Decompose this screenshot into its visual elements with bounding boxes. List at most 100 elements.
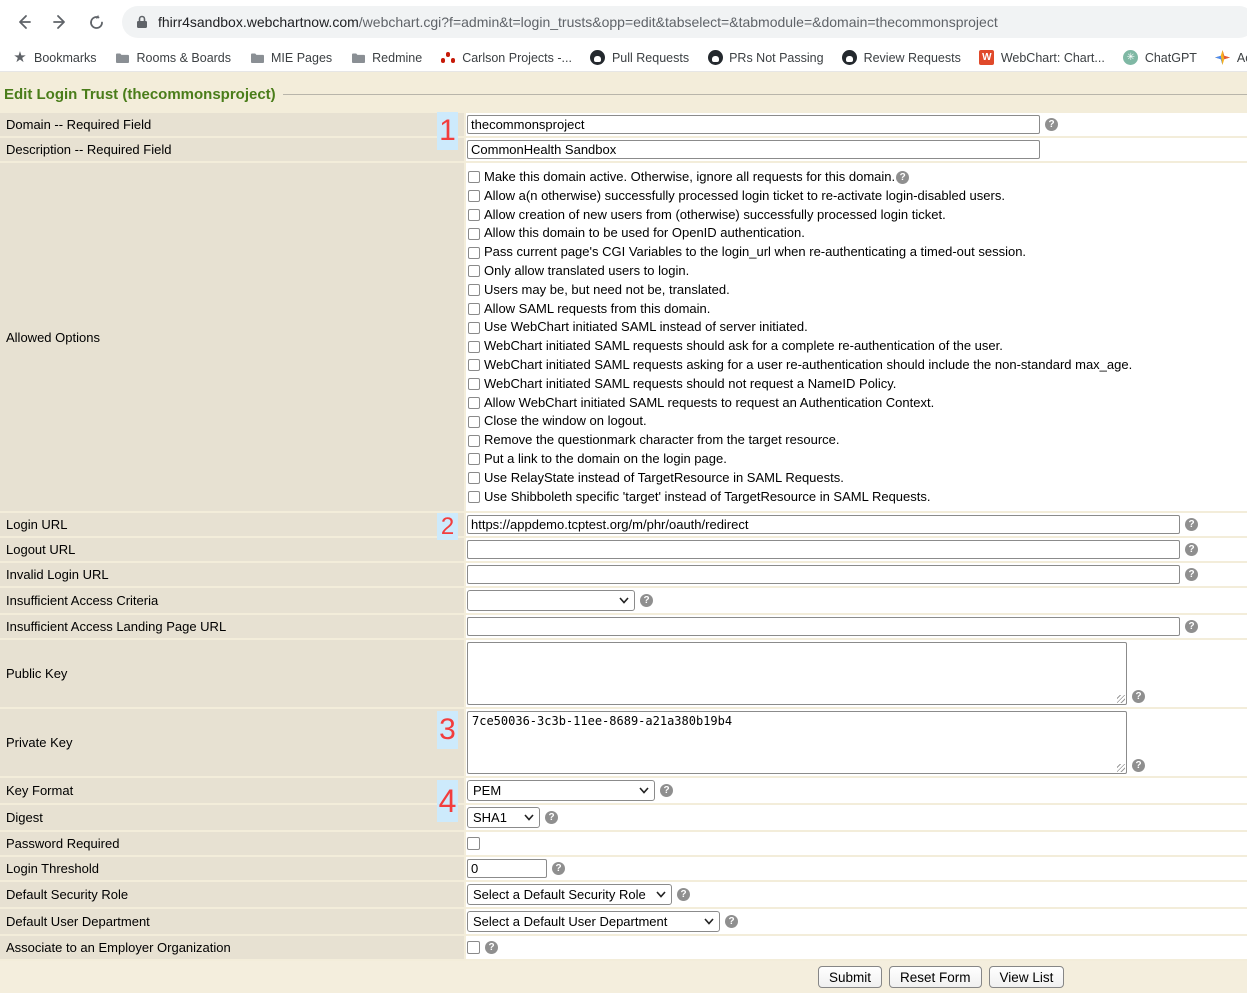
key-format-select[interactable]: PEM bbox=[467, 780, 655, 801]
help-icon[interactable]: ? bbox=[640, 594, 653, 607]
bookmark-redmine[interactable]: Redmine bbox=[350, 50, 422, 66]
help-icon[interactable]: ? bbox=[1132, 690, 1145, 703]
field-label: Allowed Options bbox=[0, 163, 464, 511]
submit-button[interactable]: Submit bbox=[818, 966, 882, 988]
help-icon[interactable]: ? bbox=[1045, 118, 1058, 131]
option-label: Make this domain active. Otherwise, igno… bbox=[484, 168, 895, 187]
checkbox[interactable] bbox=[468, 435, 480, 447]
invalid-login-url-input[interactable] bbox=[467, 565, 1180, 584]
row-logout-url: Logout URL ? bbox=[0, 538, 1247, 561]
field-label: Insufficient Access Criteria bbox=[0, 588, 464, 613]
help-icon[interactable]: ? bbox=[677, 888, 690, 901]
help-icon[interactable]: ? bbox=[725, 915, 738, 928]
row-digest: Digest SHA1 ? bbox=[0, 805, 1247, 830]
allowed-option: Make this domain active. Otherwise, igno… bbox=[468, 168, 1132, 187]
bookmark-review-requests[interactable]: Review Requests bbox=[842, 50, 961, 66]
checkbox[interactable] bbox=[468, 265, 480, 277]
chevron-down-icon bbox=[639, 787, 649, 794]
allowed-option: Use RelayState instead of TargetResource… bbox=[468, 469, 1132, 488]
employer-organization-checkbox[interactable] bbox=[467, 941, 480, 954]
bookmark-label: ChatGPT bbox=[1145, 51, 1197, 65]
checkbox[interactable] bbox=[468, 322, 480, 334]
help-icon[interactable]: ? bbox=[1185, 568, 1198, 581]
logout-url-input[interactable] bbox=[467, 540, 1180, 559]
password-required-checkbox[interactable] bbox=[467, 837, 480, 850]
checkbox[interactable] bbox=[468, 171, 480, 183]
checkbox[interactable] bbox=[468, 397, 480, 409]
help-icon[interactable]: ? bbox=[1185, 518, 1198, 531]
folder-icon bbox=[115, 50, 131, 66]
help-icon[interactable]: ? bbox=[1185, 543, 1198, 556]
checkbox[interactable] bbox=[468, 359, 480, 371]
help-icon[interactable]: ? bbox=[545, 811, 558, 824]
checkbox[interactable] bbox=[468, 284, 480, 296]
checkbox[interactable] bbox=[468, 472, 480, 484]
insufficient-access-landing-input[interactable] bbox=[467, 617, 1180, 636]
row-allowed-options: Allowed Options Make this domain active.… bbox=[0, 163, 1247, 511]
row-insufficient-access-criteria: Insufficient Access Criteria ? bbox=[0, 588, 1247, 613]
bookmark-label: Carlson Projects -... bbox=[462, 51, 572, 65]
checkbox[interactable] bbox=[468, 491, 480, 503]
row-key-format: Key Format PEM ? 4 bbox=[0, 778, 1247, 803]
public-key-textarea[interactable] bbox=[467, 642, 1127, 705]
checkbox[interactable] bbox=[468, 209, 480, 221]
login-url-input[interactable] bbox=[467, 515, 1180, 534]
url-domain: fhirr4sandbox.webchartnow.com bbox=[158, 14, 359, 30]
annotation-1: 1 bbox=[437, 112, 458, 150]
checkbox[interactable] bbox=[468, 378, 480, 390]
login-threshold-input[interactable] bbox=[467, 859, 547, 878]
back-button[interactable] bbox=[10, 8, 38, 36]
bookmark-acc[interactable]: Acc bbox=[1215, 50, 1247, 66]
bookmark-chatgpt[interactable]: ✳ ChatGPT bbox=[1123, 50, 1197, 66]
bookmark-bookmarks[interactable]: ★ Bookmarks bbox=[12, 50, 97, 66]
help-icon[interactable]: ? bbox=[552, 862, 565, 875]
domain-input[interactable] bbox=[467, 115, 1040, 134]
insufficient-access-criteria-select[interactable] bbox=[467, 590, 635, 611]
option-label: WebChart initiated SAML requests should … bbox=[484, 337, 1003, 356]
reset-form-button[interactable]: Reset Form bbox=[889, 966, 982, 988]
default-user-department-select[interactable]: Select a Default User Department bbox=[467, 911, 720, 932]
help-icon[interactable]: ? bbox=[1132, 759, 1145, 772]
checkbox[interactable] bbox=[468, 247, 480, 259]
row-login-threshold: Login Threshold ? bbox=[0, 857, 1247, 880]
forward-button[interactable] bbox=[46, 8, 74, 36]
bookmark-carlson-projects[interactable]: Carlson Projects -... bbox=[440, 50, 572, 66]
bookmark-mie-pages[interactable]: MIE Pages bbox=[249, 50, 332, 66]
select-value: SHA1 bbox=[473, 810, 507, 825]
help-icon[interactable]: ? bbox=[485, 941, 498, 954]
row-domain: Domain -- Required Field ? 1 bbox=[0, 113, 1247, 136]
allowed-option: Pass current page's CGI Variables to the… bbox=[468, 243, 1132, 262]
row-private-key: Private Key 7ce50036-3c3b-11ee-8689-a21a… bbox=[0, 709, 1247, 776]
bookmark-rooms-boards[interactable]: Rooms & Boards bbox=[115, 50, 231, 66]
github-icon bbox=[590, 50, 606, 66]
option-label: Only allow translated users to login. bbox=[484, 262, 689, 281]
allowed-option: Users may be, but need not be, translate… bbox=[468, 281, 1132, 300]
digest-select[interactable]: SHA1 bbox=[467, 807, 540, 828]
folder-icon bbox=[350, 50, 366, 66]
checkbox[interactable] bbox=[468, 453, 480, 465]
checkbox[interactable] bbox=[468, 303, 480, 315]
url-bar[interactable]: fhirr4sandbox.webchartnow.com/webchart.c… bbox=[122, 6, 1247, 38]
reload-button[interactable] bbox=[82, 8, 110, 36]
field-label: Key Format bbox=[0, 778, 464, 803]
description-input[interactable] bbox=[467, 140, 1040, 159]
chevron-down-icon bbox=[524, 814, 534, 821]
checkbox[interactable] bbox=[468, 416, 480, 428]
checkbox[interactable] bbox=[468, 228, 480, 240]
bookmark-pull-requests[interactable]: Pull Requests bbox=[590, 50, 689, 66]
field-label: Default Security Role bbox=[0, 882, 464, 907]
bookmark-webchart[interactable]: W WebChart: Chart... bbox=[979, 50, 1105, 66]
private-key-textarea[interactable]: 7ce50036-3c3b-11ee-8689-a21a380b19b4 bbox=[467, 711, 1127, 774]
bookmark-prs-not-passing[interactable]: PRs Not Passing bbox=[707, 50, 823, 66]
option-label: Close the window on logout. bbox=[484, 412, 647, 431]
checkbox[interactable] bbox=[468, 190, 480, 202]
help-icon[interactable]: ? bbox=[1185, 620, 1198, 633]
checkbox[interactable] bbox=[468, 341, 480, 353]
page-title: Edit Login Trust (thecommonsproject) bbox=[4, 86, 276, 103]
default-security-role-select[interactable]: Select a Default Security Role bbox=[467, 884, 672, 905]
help-icon[interactable]: ? bbox=[660, 784, 673, 797]
option-label: Remove the questionmark character from t… bbox=[484, 431, 840, 450]
colorful-star-icon bbox=[1215, 50, 1231, 66]
view-list-button[interactable]: View List bbox=[989, 966, 1065, 988]
help-icon[interactable]: ? bbox=[896, 171, 909, 184]
